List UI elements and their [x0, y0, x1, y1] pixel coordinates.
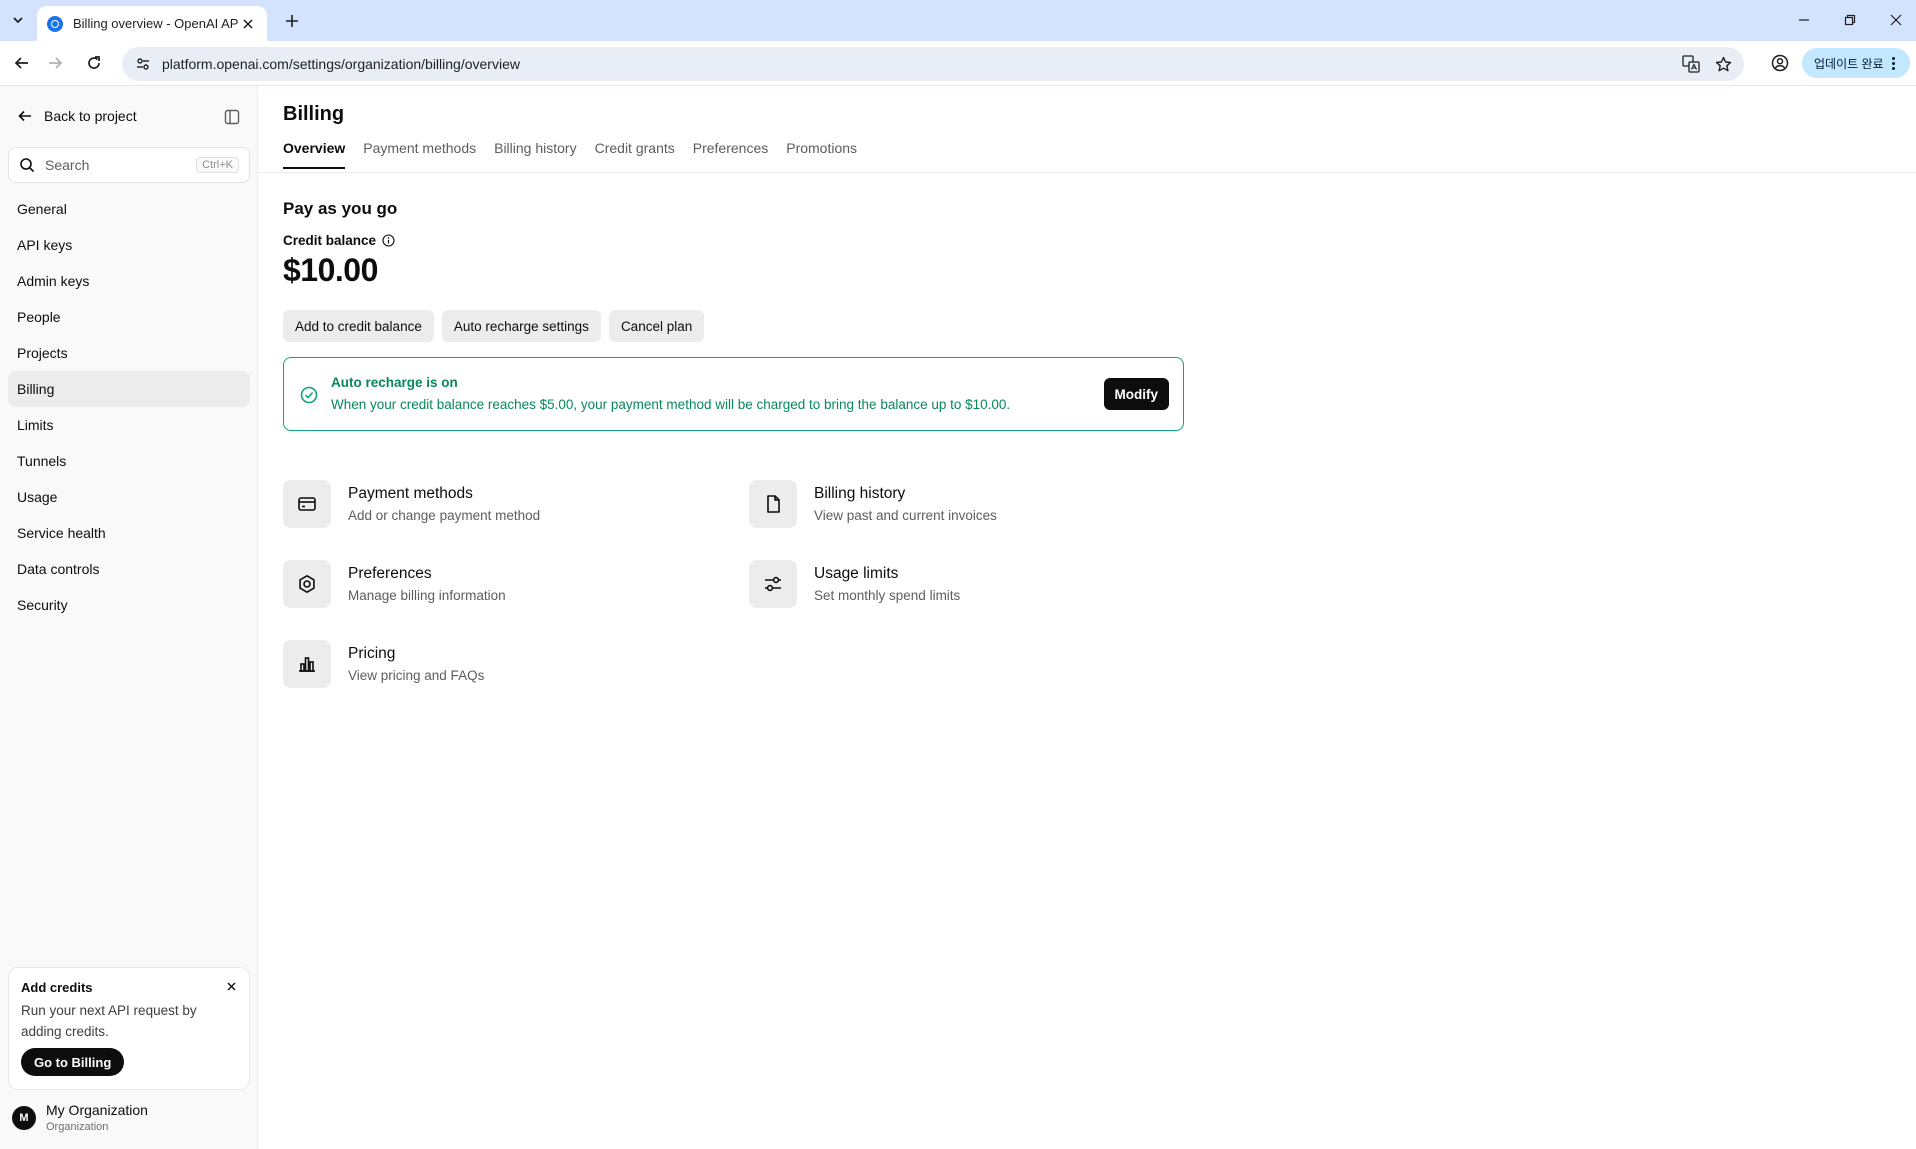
sidebar-nav: General API keys Admin keys People Proje… [8, 191, 250, 623]
sidebar-item-data-controls[interactable]: Data controls [8, 551, 250, 587]
sidebar-item-limits[interactable]: Limits [8, 407, 250, 443]
auto-recharge-alert: Auto recharge is on When your credit bal… [283, 357, 1184, 431]
tab-payment-methods[interactable]: Payment methods [363, 140, 476, 169]
billing-tabs: Overview Payment methods Billing history… [283, 140, 857, 169]
add-credits-title: Add credits [21, 980, 93, 995]
sliders-icon [749, 560, 797, 608]
preferences-card[interactable]: Preferences Manage billing information [283, 559, 703, 609]
gear-icon [283, 560, 331, 608]
add-to-credit-balance-button[interactable]: Add to credit balance [283, 310, 434, 342]
auto-recharge-settings-button[interactable]: Auto recharge settings [441, 310, 601, 342]
card-title: Preferences [348, 565, 432, 582]
close-tab-icon[interactable] [239, 15, 257, 33]
add-credits-text: Run your next API request by adding cred… [21, 1003, 197, 1039]
bar-chart-icon [283, 640, 331, 688]
back-to-project-link[interactable]: Back to project [18, 108, 137, 124]
usage-limits-card[interactable]: Usage limits Set monthly spend limits [749, 559, 1169, 609]
card-subtitle: View past and current invoices [814, 508, 997, 523]
info-icon[interactable] [382, 234, 395, 247]
tab-preferences[interactable]: Preferences [693, 140, 768, 169]
bookmark-star-icon[interactable] [1712, 53, 1734, 75]
card-title: Billing history [814, 485, 906, 502]
auto-recharge-title: Auto recharge is on [331, 375, 458, 390]
sidebar-item-service-health[interactable]: Service health [8, 515, 250, 551]
billing-actions: Add to credit balance Auto recharge sett… [283, 310, 705, 342]
sidebar-item-people[interactable]: People [8, 299, 250, 335]
card-subtitle: View pricing and FAQs [348, 668, 485, 683]
close-window-icon[interactable] [1881, 8, 1911, 32]
forward-arrow-icon[interactable] [43, 51, 67, 75]
billing-history-card[interactable]: Billing history View past and current in… [749, 479, 1169, 529]
card-subtitle: Add or change payment method [348, 508, 541, 523]
tab-billing-history[interactable]: Billing history [494, 140, 576, 169]
url-text: platform.openai.com/settings/organizatio… [162, 56, 520, 72]
organization-subtitle: Organization [46, 1121, 109, 1133]
sidebar-item-security[interactable]: Security [8, 587, 250, 623]
organization-switcher[interactable]: M My Organization Organization [12, 1102, 148, 1133]
sidebar-item-tunnels[interactable]: Tunnels [8, 443, 250, 479]
cancel-plan-button[interactable]: Cancel plan [608, 310, 705, 342]
tab-search-chevron-icon[interactable] [6, 8, 30, 32]
card-title: Usage limits [814, 565, 899, 582]
translate-icon[interactable] [1680, 53, 1702, 75]
sidebar-search-input[interactable]: Search Ctrl+K [8, 147, 250, 183]
pricing-card[interactable]: Pricing View pricing and FAQs [283, 639, 703, 689]
tab-promotions[interactable]: Promotions [786, 140, 857, 169]
browser-tab-title: Billing overview - OpenAI API [73, 16, 239, 31]
tabs-divider [258, 172, 1916, 173]
credit-balance-value: $10.00 [283, 252, 378, 288]
address-bar[interactable]: platform.openai.com/settings/organizatio… [122, 47, 1744, 81]
update-label: 업데이트 완료 [1814, 56, 1884, 71]
card-title: Payment methods [348, 485, 473, 502]
new-tab-icon[interactable] [280, 9, 304, 33]
go-to-billing-button[interactable]: Go to Billing [21, 1048, 125, 1076]
back-arrow-icon[interactable] [10, 51, 34, 75]
sidebar-item-projects[interactable]: Projects [8, 335, 250, 371]
check-circle-icon [300, 386, 318, 404]
settings-sidebar: Back to project Search Ctrl+K General AP… [0, 86, 258, 1149]
document-icon [749, 480, 797, 528]
tab-credit-grants[interactable]: Credit grants [595, 140, 675, 169]
openai-favicon-icon [47, 15, 63, 32]
arrow-left-icon [18, 110, 31, 122]
browser-tabstrip: Billing overview - OpenAI API [0, 0, 1916, 41]
close-icon[interactable] [223, 978, 239, 994]
reload-icon[interactable] [82, 51, 106, 75]
card-title: Pricing [348, 645, 396, 662]
restore-icon[interactable] [1835, 8, 1865, 32]
card-subtitle: Set monthly spend limits [814, 588, 961, 603]
browser-update-button[interactable]: 업데이트 완료 [1802, 48, 1910, 78]
credit-balance-label-text: Credit balance [283, 233, 377, 248]
sidebar-item-admin-keys[interactable]: Admin keys [8, 263, 250, 299]
back-to-project-label: Back to project [44, 108, 137, 124]
credit-card-icon [283, 480, 331, 528]
page-title: Billing [283, 103, 345, 125]
site-info-icon[interactable] [134, 55, 152, 73]
sidebar-toggle-icon[interactable] [224, 109, 246, 129]
payment-methods-card[interactable]: Payment methods Add or change payment me… [283, 479, 703, 529]
tab-overview[interactable]: Overview [283, 140, 346, 169]
sidebar-item-usage[interactable]: Usage [8, 479, 250, 515]
more-menu-icon [1891, 56, 1895, 70]
browser-tab[interactable]: Billing overview - OpenAI API [37, 6, 267, 41]
credit-balance-label: Credit balance [283, 233, 395, 248]
minimize-icon[interactable] [1789, 8, 1819, 32]
browser-toolbar: platform.openai.com/settings/organizatio… [0, 41, 1916, 86]
sidebar-item-billing[interactable]: Billing [8, 371, 250, 407]
sidebar-item-api-keys[interactable]: API keys [8, 227, 250, 263]
plan-title: Pay as you go [283, 199, 398, 218]
search-placeholder: Search [45, 157, 90, 173]
card-subtitle: Manage billing information [348, 588, 506, 603]
organization-name: My Organization [46, 1102, 148, 1118]
auto-recharge-text: When your credit balance reaches $5.00, … [331, 397, 1011, 412]
search-shortcut-badge: Ctrl+K [196, 157, 239, 173]
modify-button[interactable]: Modify [1103, 378, 1169, 410]
avatar: M [12, 1105, 36, 1130]
search-icon [20, 158, 35, 173]
add-credits-card: Add credits Run your next API request by… [8, 967, 250, 1090]
billing-main: Billing Overview Payment methods Billing… [258, 86, 1916, 1149]
profile-icon[interactable] [1768, 51, 1792, 75]
sidebar-item-general[interactable]: General [8, 191, 250, 227]
